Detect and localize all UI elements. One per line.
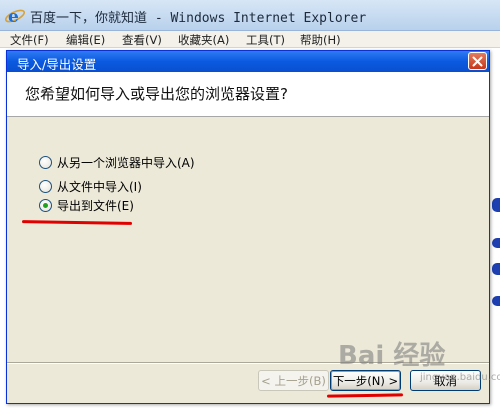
internet-explorer-icon: e <box>4 7 26 27</box>
close-icon <box>472 56 483 66</box>
back-button[interactable]: < 上一步(B) <box>258 370 329 391</box>
page-logo-fragment <box>492 296 500 306</box>
option-label: 从文件中导入(I) <box>57 179 142 194</box>
dialog-header-panel: 您希望如何导入或导出您的浏览器设置? <box>7 72 489 117</box>
page-logo-fragment <box>492 198 500 212</box>
option-label: 导出到文件(E) <box>57 198 134 213</box>
page-background-edge <box>490 48 500 408</box>
option-import-from-file[interactable]: 从文件中导入(I) <box>39 178 142 194</box>
footer-separator <box>7 362 489 364</box>
red-annotation-underline <box>326 393 404 398</box>
browser-title-bar: e 百度一下，你就知道 - Windows Internet Explorer <box>0 0 500 31</box>
next-button[interactable]: 下一步(N) > <box>330 370 401 391</box>
close-button[interactable] <box>468 52 487 70</box>
svg-text:e: e <box>8 7 19 27</box>
option-label: 从另一个浏览器中导入(A) <box>57 155 195 170</box>
red-annotation-underline <box>21 220 133 225</box>
dialog-title: 导入/导出设置 <box>17 57 97 72</box>
menu-edit[interactable]: 编辑(E) <box>66 32 105 48</box>
browser-window-title: 百度一下，你就知道 - Windows Internet Explorer <box>30 11 367 26</box>
option-export-to-file[interactable]: 导出到文件(E) <box>39 197 134 213</box>
option-import-from-browser[interactable]: 从另一个浏览器中导入(A) <box>39 154 195 170</box>
browser-menu-bar: 文件(F) 编辑(E) 查看(V) 收藏夹(A) 工具(T) 帮助(H) <box>0 31 500 48</box>
radio-button[interactable] <box>39 179 52 193</box>
cancel-button[interactable]: 取消 <box>410 370 481 391</box>
menu-favorites[interactable]: 收藏夹(A) <box>178 32 229 48</box>
dialog-question: 您希望如何导入或导出您的浏览器设置? <box>25 85 288 103</box>
menu-tools[interactable]: 工具(T) <box>246 32 285 48</box>
dialog-title-bar[interactable]: 导入/导出设置 <box>7 51 489 72</box>
radio-button-selected[interactable] <box>39 198 52 212</box>
page-logo-fragment <box>492 238 500 248</box>
menu-file[interactable]: 文件(F) <box>10 32 49 48</box>
radio-button[interactable] <box>39 155 52 169</box>
page-logo-fragment <box>492 263 500 275</box>
menu-view[interactable]: 查看(V) <box>122 32 162 48</box>
import-export-dialog: 导入/导出设置 您希望如何导入或导出您的浏览器设置? 从另一个浏览器中导入(A)… <box>6 50 490 404</box>
menu-help[interactable]: 帮助(H) <box>300 32 341 48</box>
